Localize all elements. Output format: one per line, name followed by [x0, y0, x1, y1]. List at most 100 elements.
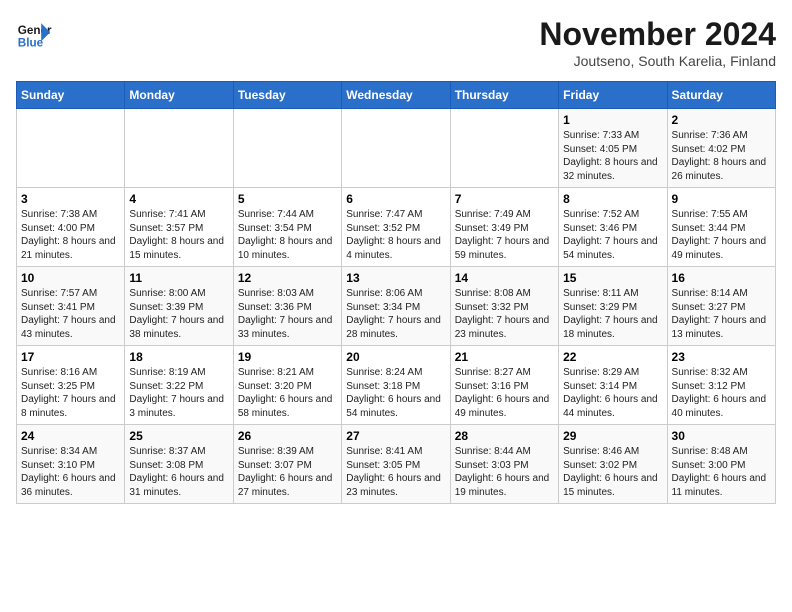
day-number: 22: [563, 350, 662, 364]
day-number: 20: [346, 350, 445, 364]
day-number: 1: [563, 113, 662, 127]
day-detail: Sunrise: 7:49 AMSunset: 3:49 PMDaylight:…: [455, 208, 554, 262]
day-of-week-monday: Monday: [125, 82, 233, 109]
day-detail: Sunrise: 7:55 AMSunset: 3:44 PMDaylight:…: [672, 208, 771, 262]
calendar-week-1: 1 Sunrise: 7:33 AMSunset: 4:05 PMDaylight…: [17, 109, 776, 188]
title-area: November 2024 Joutseno, South Karelia, F…: [539, 16, 776, 69]
day-number: 13: [346, 271, 445, 285]
day-detail: Sunrise: 8:32 AMSunset: 3:12 PMDaylight:…: [672, 366, 771, 420]
day-number: 19: [238, 350, 337, 364]
day-detail: Sunrise: 8:46 AMSunset: 3:02 PMDaylight:…: [563, 445, 662, 499]
calendar-cell: 20 Sunrise: 8:24 AMSunset: 3:18 PMDayligh…: [342, 346, 450, 425]
calendar-week-5: 24Sunrise: 8:34 AMSunset: 3:10 PMDayligh…: [17, 425, 776, 504]
calendar-cell: 27 Sunrise: 8:41 AMSunset: 3:05 PMDayligh…: [342, 425, 450, 504]
calendar-cell: 6Sunrise: 7:47 AMSunset: 3:52 PMDaylight…: [342, 188, 450, 267]
calendar-cell: [17, 109, 125, 188]
day-number: 18: [129, 350, 228, 364]
calendar-cell: [450, 109, 558, 188]
calendar-table: SundayMondayTuesdayWednesdayThursdayFrid…: [16, 81, 776, 504]
day-detail: Sunrise: 7:33 AMSunset: 4:05 PMDaylight:…: [563, 129, 662, 183]
calendar-cell: [233, 109, 341, 188]
calendar-cell: 18 Sunrise: 8:19 AMSunset: 3:22 PMDayligh…: [125, 346, 233, 425]
calendar-cell: 4 Sunrise: 7:41 AMSunset: 3:57 PMDaylight…: [125, 188, 233, 267]
calendar-week-4: 17 Sunrise: 8:16 AMSunset: 3:25 PMDayligh…: [17, 346, 776, 425]
day-of-week-saturday: Saturday: [667, 82, 775, 109]
calendar-cell: [342, 109, 450, 188]
day-detail: Sunrise: 8:16 AMSunset: 3:25 PMDaylight:…: [21, 366, 120, 420]
calendar-cell: 25 Sunrise: 8:37 AMSunset: 3:08 PMDayligh…: [125, 425, 233, 504]
calendar-cell: 19 Sunrise: 8:21 AMSunset: 3:20 PMDayligh…: [233, 346, 341, 425]
day-detail: Sunrise: 8:00 AMSunset: 3:39 PMDaylight:…: [129, 287, 228, 341]
day-detail: Sunrise: 7:41 AMSunset: 3:57 PMDaylight:…: [129, 208, 228, 262]
calendar-cell: 17 Sunrise: 8:16 AMSunset: 3:25 PMDayligh…: [17, 346, 125, 425]
day-number: 14: [455, 271, 554, 285]
day-number: 4: [129, 192, 228, 206]
logo-icon: General Blue: [16, 16, 52, 52]
day-number: 24: [21, 429, 120, 443]
calendar-cell: [125, 109, 233, 188]
day-number: 26: [238, 429, 337, 443]
main-title: November 2024: [539, 16, 776, 53]
day-number: 11: [129, 271, 228, 285]
day-of-week-wednesday: Wednesday: [342, 82, 450, 109]
day-detail: Sunrise: 8:06 AMSunset: 3:34 PMDaylight:…: [346, 287, 445, 341]
calendar-cell: 13 Sunrise: 8:06 AMSunset: 3:34 PMDayligh…: [342, 267, 450, 346]
svg-text:Blue: Blue: [18, 37, 44, 50]
day-detail: Sunrise: 7:38 AMSunset: 4:00 PMDaylight:…: [21, 208, 120, 262]
day-detail: Sunrise: 8:03 AMSunset: 3:36 PMDaylight:…: [238, 287, 337, 341]
calendar-cell: 11 Sunrise: 8:00 AMSunset: 3:39 PMDayligh…: [125, 267, 233, 346]
day-detail: Sunrise: 8:48 AMSunset: 3:00 PMDaylight:…: [672, 445, 771, 499]
day-number: 21: [455, 350, 554, 364]
day-number: 29: [563, 429, 662, 443]
day-number: 23: [672, 350, 771, 364]
day-number: 7: [455, 192, 554, 206]
day-number: 27: [346, 429, 445, 443]
day-detail: Sunrise: 8:14 AMSunset: 3:27 PMDaylight:…: [672, 287, 771, 341]
day-number: 3: [21, 192, 120, 206]
day-of-week-tuesday: Tuesday: [233, 82, 341, 109]
calendar-week-3: 10Sunrise: 7:57 AMSunset: 3:41 PMDayligh…: [17, 267, 776, 346]
day-detail: Sunrise: 8:19 AMSunset: 3:22 PMDaylight:…: [129, 366, 228, 420]
day-detail: Sunrise: 8:27 AMSunset: 3:16 PMDaylight:…: [455, 366, 554, 420]
day-of-week-thursday: Thursday: [450, 82, 558, 109]
day-number: 28: [455, 429, 554, 443]
calendar-cell: 22Sunrise: 8:29 AMSunset: 3:14 PMDayligh…: [559, 346, 667, 425]
calendar-cell: 16Sunrise: 8:14 AMSunset: 3:27 PMDayligh…: [667, 267, 775, 346]
day-detail: Sunrise: 8:11 AMSunset: 3:29 PMDaylight:…: [563, 287, 662, 341]
day-number: 6: [346, 192, 445, 206]
day-number: 17: [21, 350, 120, 364]
day-detail: Sunrise: 8:21 AMSunset: 3:20 PMDaylight:…: [238, 366, 337, 420]
day-number: 25: [129, 429, 228, 443]
calendar-cell: 28Sunrise: 8:44 AMSunset: 3:03 PMDayligh…: [450, 425, 558, 504]
day-number: 5: [238, 192, 337, 206]
calendar-cell: 12 Sunrise: 8:03 AMSunset: 3:36 PMDayligh…: [233, 267, 341, 346]
subtitle: Joutseno, South Karelia, Finland: [539, 53, 776, 69]
day-detail: Sunrise: 7:36 AMSunset: 4:02 PMDaylight:…: [672, 129, 771, 183]
calendar-cell: 23 Sunrise: 8:32 AMSunset: 3:12 PMDayligh…: [667, 346, 775, 425]
day-number: 15: [563, 271, 662, 285]
day-detail: Sunrise: 8:37 AMSunset: 3:08 PMDaylight:…: [129, 445, 228, 499]
calendar-cell: 10Sunrise: 7:57 AMSunset: 3:41 PMDayligh…: [17, 267, 125, 346]
day-number: 8: [563, 192, 662, 206]
calendar-cell: 8Sunrise: 7:52 AMSunset: 3:46 PMDaylight…: [559, 188, 667, 267]
day-of-week-friday: Friday: [559, 82, 667, 109]
calendar-cell: 24Sunrise: 8:34 AMSunset: 3:10 PMDayligh…: [17, 425, 125, 504]
day-detail: Sunrise: 7:44 AMSunset: 3:54 PMDaylight:…: [238, 208, 337, 262]
day-detail: Sunrise: 8:41 AMSunset: 3:05 PMDaylight:…: [346, 445, 445, 499]
calendar-cell: 7 Sunrise: 7:49 AMSunset: 3:49 PMDaylight…: [450, 188, 558, 267]
day-number: 12: [238, 271, 337, 285]
calendar-cell: 21 Sunrise: 8:27 AMSunset: 3:16 PMDayligh…: [450, 346, 558, 425]
day-number: 2: [672, 113, 771, 127]
day-detail: Sunrise: 8:24 AMSunset: 3:18 PMDaylight:…: [346, 366, 445, 420]
logo: General Blue: [16, 16, 52, 52]
calendar-cell: 26 Sunrise: 8:39 AMSunset: 3:07 PMDayligh…: [233, 425, 341, 504]
day-detail: Sunrise: 8:39 AMSunset: 3:07 PMDaylight:…: [238, 445, 337, 499]
calendar-cell: 1 Sunrise: 7:33 AMSunset: 4:05 PMDaylight…: [559, 109, 667, 188]
calendar-week-2: 3 Sunrise: 7:38 AMSunset: 4:00 PMDaylight…: [17, 188, 776, 267]
day-number: 30: [672, 429, 771, 443]
calendar-cell: 2 Sunrise: 7:36 AMSunset: 4:02 PMDaylight…: [667, 109, 775, 188]
day-detail: Sunrise: 7:57 AMSunset: 3:41 PMDaylight:…: [21, 287, 120, 341]
calendar-cell: 14 Sunrise: 8:08 AMSunset: 3:32 PMDayligh…: [450, 267, 558, 346]
day-number: 9: [672, 192, 771, 206]
day-detail: Sunrise: 8:08 AMSunset: 3:32 PMDaylight:…: [455, 287, 554, 341]
